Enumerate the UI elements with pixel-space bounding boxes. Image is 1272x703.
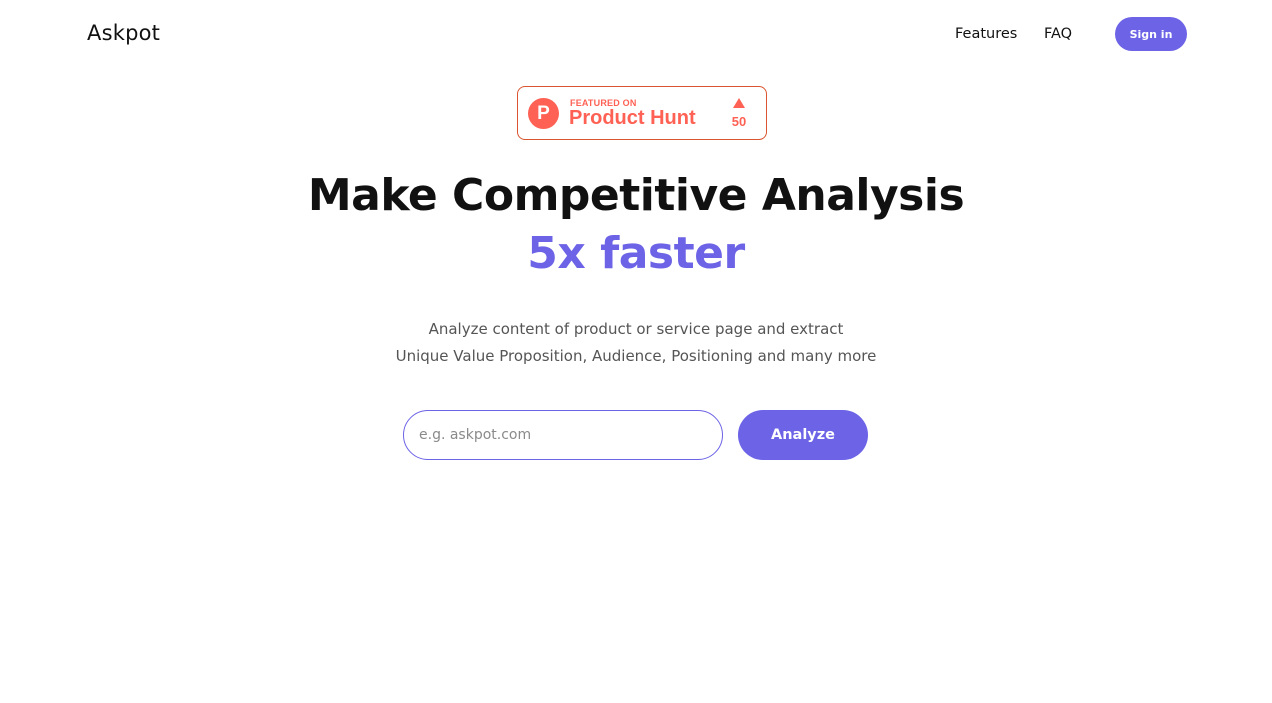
analyze-button[interactable]: Analyze (738, 410, 868, 460)
sign-in-button[interactable]: Sign in (1115, 17, 1187, 51)
site-header: Askpot Features FAQ Sign in (0, 0, 1272, 70)
logo[interactable]: Askpot (87, 21, 160, 45)
hero-subtitle-line-2: Unique Value Proposition, Audience, Posi… (395, 347, 877, 365)
upvote-count: 50 (731, 114, 747, 129)
nav-link-faq[interactable]: FAQ (1044, 26, 1072, 42)
url-input[interactable] (403, 410, 723, 460)
hero-subtitle-line-1: Analyze content of product or service pa… (428, 320, 844, 338)
product-hunt-logo-icon: P (528, 98, 559, 129)
hero-accent: 5x faster (527, 228, 745, 279)
upvote-arrow-icon (733, 98, 745, 108)
product-hunt-name: Product Hunt (569, 107, 696, 129)
hero-title: Make Competitive Analysis (307, 170, 965, 221)
product-hunt-badge[interactable]: P FEATURED ON Product Hunt 50 (517, 86, 767, 140)
nav-link-features[interactable]: Features (955, 26, 1017, 42)
